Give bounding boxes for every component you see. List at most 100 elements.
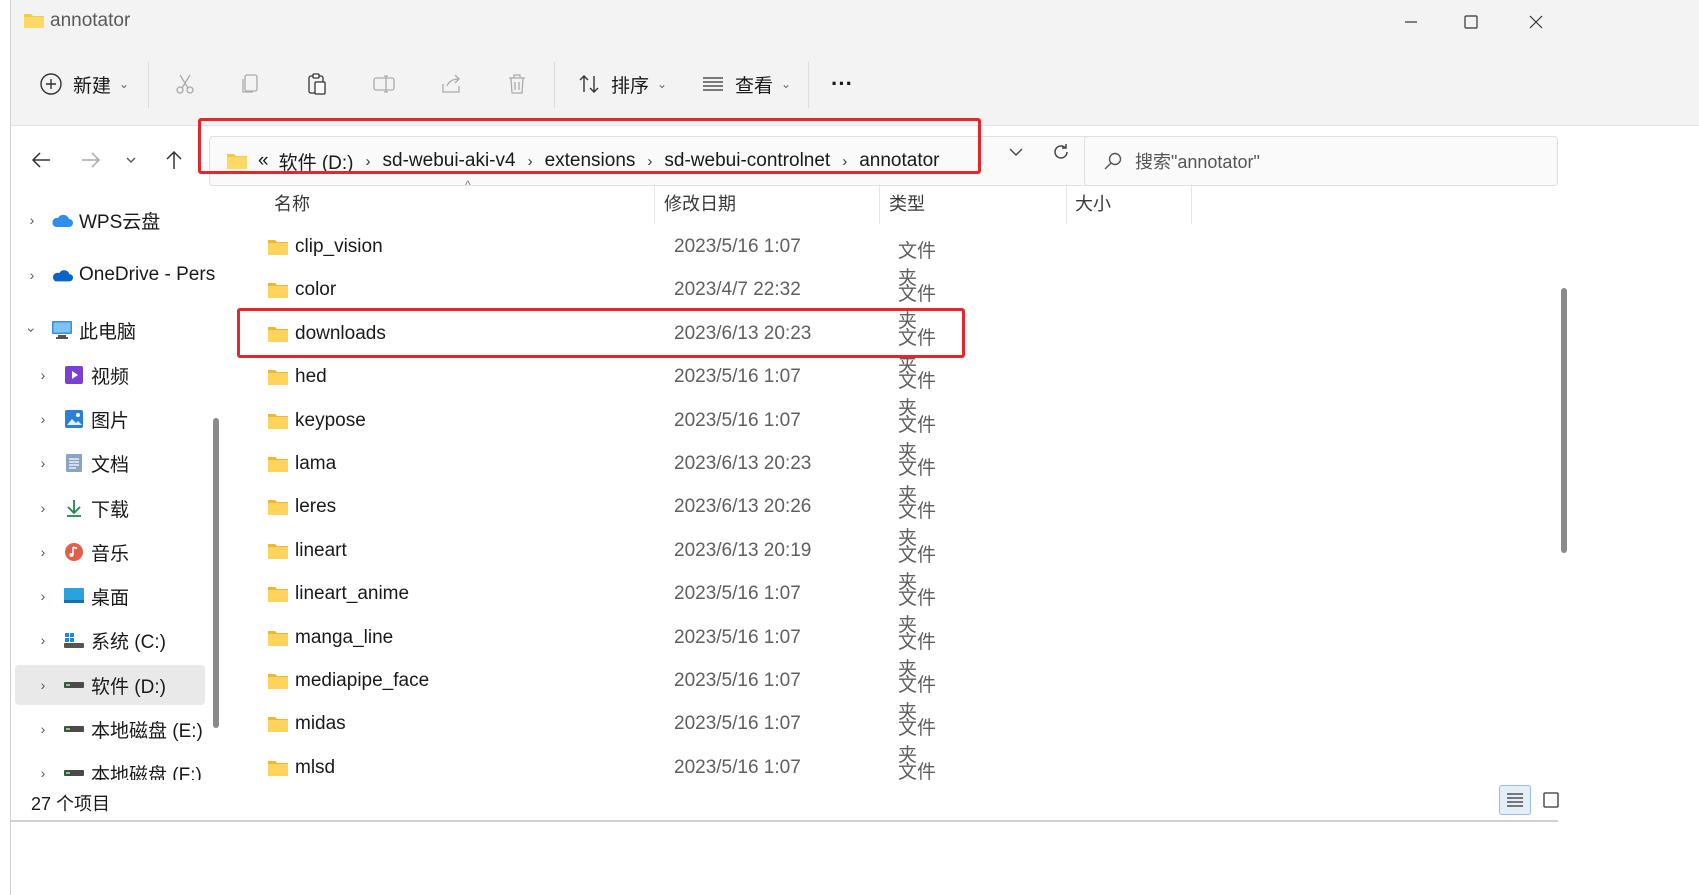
copy-icon <box>242 74 258 93</box>
file-row[interactable]: clip_vision 2023/5/16 1:07 文件夹 <box>249 226 949 289</box>
chevron-right-icon[interactable]: › <box>36 500 50 516</box>
paste-button[interactable] <box>305 64 329 104</box>
chevron-right-icon[interactable]: › <box>25 267 39 283</box>
chevron-right-icon[interactable]: › <box>36 455 50 471</box>
sort-ascending-icon: ^ <box>465 180 471 192</box>
column-divider[interactable] <box>879 184 880 224</box>
file-row[interactable]: keypose 2023/5/16 1:07 文件夹 <box>249 400 949 463</box>
sidebar-item-onedrive[interactable]: › OneDrive - Pers <box>11 255 216 295</box>
view-button[interactable]: 查看 ⌄ <box>701 64 791 104</box>
chevron-right-icon[interactable]: › <box>25 212 39 228</box>
file-row[interactable]: color 2023/4/7 22:32 文件夹 <box>249 269 949 332</box>
sort-button[interactable]: 排序 ⌄ <box>577 64 667 104</box>
rename-button[interactable] <box>372 64 396 104</box>
sidebar-item-label: WPS云盘 <box>79 211 161 233</box>
column-label: 名称 <box>274 194 310 214</box>
column-header-size[interactable]: 大小 <box>1075 180 1111 226</box>
column-header-name[interactable]: 名称 <box>274 180 310 226</box>
copy-button[interactable] <box>239 64 263 104</box>
sidebar-item-drive-c[interactable]: › 系统 (C:) <box>11 620 211 660</box>
share-button[interactable] <box>439 64 463 104</box>
column-header-date[interactable]: 修改日期 <box>664 180 736 226</box>
folder-icon <box>268 543 288 559</box>
cut-button[interactable] <box>173 64 197 104</box>
file-date: 2023/5/16 1:07 <box>674 756 801 778</box>
sidebar-item-label: 系统 (C:) <box>91 631 166 653</box>
file-date: 2023/5/16 1:07 <box>674 626 801 648</box>
toolbar-divider <box>148 62 149 108</box>
close-button[interactable] <box>1501 0 1571 44</box>
drive-c-icon <box>63 629 85 651</box>
recent-locations-button[interactable] <box>111 142 151 178</box>
search-box[interactable] <box>1084 136 1558 186</box>
scrollbar-thumb[interactable] <box>1561 288 1567 553</box>
file-row[interactable]: mlsd 2023/5/16 1:07 文件夹 <box>249 747 949 780</box>
more-options-button[interactable]: ··· <box>831 64 853 104</box>
navigation-pane: › WPS云盘 › OneDrive - Pers › 此电脑 › 视频 › 图… <box>11 190 223 780</box>
chevron-right-icon[interactable]: › <box>36 588 50 604</box>
sidebar-item-music[interactable]: › 音乐 <box>11 532 211 572</box>
file-row[interactable]: leres 2023/6/13 20:26 文件夹 <box>249 486 949 549</box>
chevron-down-icon[interactable]: › <box>24 323 40 337</box>
file-name: leres <box>295 496 337 518</box>
chevron-right-icon[interactable]: › <box>36 632 50 648</box>
tiles-view-button[interactable] <box>1535 785 1567 815</box>
column-header-type[interactable]: 类型 <box>889 180 925 226</box>
new-button[interactable]: 新建 ⌄ <box>39 64 129 104</box>
sidebar-item-drive-d[interactable]: › 软件 (D:) <box>15 665 205 705</box>
sidebar-item-label: 音乐 <box>91 543 130 565</box>
up-button[interactable] <box>154 142 194 178</box>
sidebar-item-label: 本地磁盘 (F:) <box>91 764 202 781</box>
search-input[interactable] <box>1135 147 1535 177</box>
chevron-right-icon[interactable]: › <box>36 765 50 780</box>
window-bottom-border <box>10 820 1558 822</box>
sidebar-scrollbar[interactable] <box>213 418 219 728</box>
file-row[interactable]: lineart_anime 2023/5/16 1:07 文件夹 <box>249 573 949 636</box>
delete-button[interactable] <box>505 64 529 104</box>
column-divider[interactable] <box>1191 184 1192 224</box>
title-bar: annotator <box>11 0 1699 44</box>
chevron-right-icon[interactable]: › <box>36 721 50 737</box>
sidebar-item-drive-f[interactable]: › 本地磁盘 (F:) <box>11 753 211 781</box>
folder-icon <box>268 500 288 516</box>
sidebar-item-documents[interactable]: › 文档 <box>11 443 211 483</box>
cloud-icon <box>51 209 73 231</box>
forward-button[interactable] <box>71 142 111 178</box>
back-button[interactable] <box>21 142 61 178</box>
chevron-right-icon[interactable]: › <box>36 367 50 383</box>
refresh-button[interactable] <box>1041 134 1081 170</box>
sidebar-item-this-pc[interactable]: › 此电脑 <box>11 310 211 350</box>
file-date: 2023/6/13 20:26 <box>674 496 812 518</box>
sidebar-item-videos[interactable]: › 视频 <box>11 355 211 395</box>
sidebar-item-drive-e[interactable]: › 本地磁盘 (E:) <box>11 709 211 749</box>
file-row[interactable]: lama 2023/6/13 20:23 文件夹 <box>249 443 949 506</box>
address-highlight-box <box>198 118 981 174</box>
column-divider[interactable] <box>1066 184 1067 224</box>
file-list-scrollbar[interactable] <box>1560 183 1568 783</box>
file-row[interactable]: midas 2023/5/16 1:07 文件夹 <box>249 703 949 766</box>
details-view-button[interactable] <box>1499 785 1531 815</box>
sidebar-item-desktop[interactable]: › 桌面 <box>11 576 211 616</box>
folder-icon <box>268 717 288 733</box>
column-label: 大小 <box>1075 194 1111 214</box>
address-history-button[interactable] <box>996 134 1036 170</box>
share-icon <box>442 74 460 93</box>
sidebar-item-label: 桌面 <box>91 587 130 609</box>
file-row[interactable]: lineart 2023/6/13 20:19 文件夹 <box>249 530 949 593</box>
file-row[interactable]: hed 2023/5/16 1:07 文件夹 <box>249 356 949 419</box>
column-divider[interactable] <box>654 184 655 224</box>
sidebar-item-pictures[interactable]: › 图片 <box>11 399 211 439</box>
chevron-right-icon[interactable]: › <box>36 411 50 427</box>
file-date: 2023/4/7 22:32 <box>674 279 801 301</box>
chevron-right-icon[interactable]: › <box>36 544 50 560</box>
file-row[interactable]: manga_line 2023/5/16 1:07 文件夹 <box>249 617 949 680</box>
toolbar-divider <box>554 62 555 108</box>
chevron-right-icon[interactable]: › <box>36 677 50 693</box>
rename-icon <box>373 75 395 93</box>
maximize-button[interactable] <box>1436 0 1506 44</box>
file-name: manga_line <box>295 626 394 648</box>
maximize-icon <box>1464 15 1478 29</box>
sidebar-item-wps[interactable]: › WPS云盘 <box>11 200 211 240</box>
file-row[interactable]: mediapipe_face 2023/5/16 1:07 文件夹 <box>249 660 949 723</box>
sidebar-item-downloads[interactable]: › 下载 <box>11 488 211 528</box>
